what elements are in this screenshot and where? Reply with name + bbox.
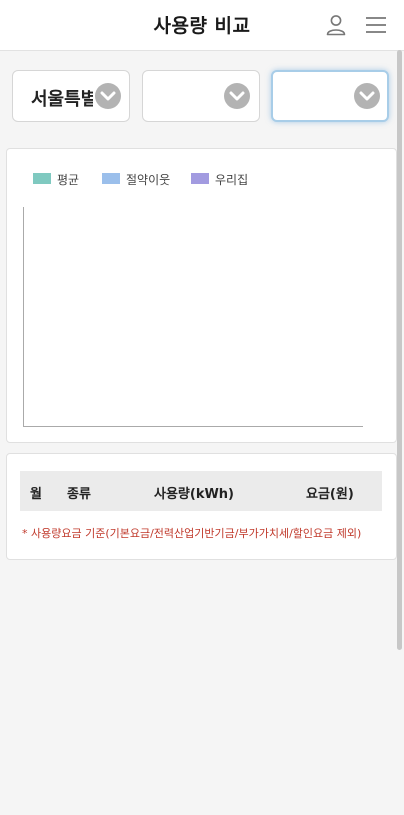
region-select[interactable]: 서울특별시	[12, 70, 130, 122]
usage-note: * 사용량요금 기준(기본요금/전력산업기반기금/부가가치세/할인요금 제외)	[22, 527, 362, 540]
chevron-down-icon	[95, 83, 121, 109]
table-header: 월 종류 사용량(kWh) 요금(원)	[20, 471, 382, 511]
menu-icon	[366, 17, 386, 33]
legend-swatch	[102, 173, 120, 184]
column-header-month: 월	[30, 487, 42, 502]
legend-label: 우리집	[215, 173, 249, 187]
page-scrollbar[interactable]	[397, 50, 402, 650]
legend-label: 절약이웃	[126, 173, 171, 187]
chevron-down-icon	[224, 83, 250, 109]
column-header-charge: 요금(원)	[306, 487, 354, 502]
app-header: 사용량 비교	[0, 0, 404, 51]
dong-select[interactable]	[271, 70, 389, 122]
legend-swatch	[191, 173, 209, 184]
legend-swatch	[33, 173, 51, 184]
user-button[interactable]	[324, 13, 348, 37]
region-select-value: 서울특별시	[31, 89, 93, 110]
chevron-down-icon	[354, 83, 380, 109]
user-icon	[326, 15, 346, 36]
district-select[interactable]	[142, 70, 260, 122]
column-header-usage: 사용량(kWh)	[154, 487, 235, 502]
column-header-type: 종류	[67, 487, 91, 502]
legend-label: 평균	[57, 173, 80, 187]
menu-button[interactable]	[364, 13, 388, 37]
usage-chart	[23, 207, 363, 427]
